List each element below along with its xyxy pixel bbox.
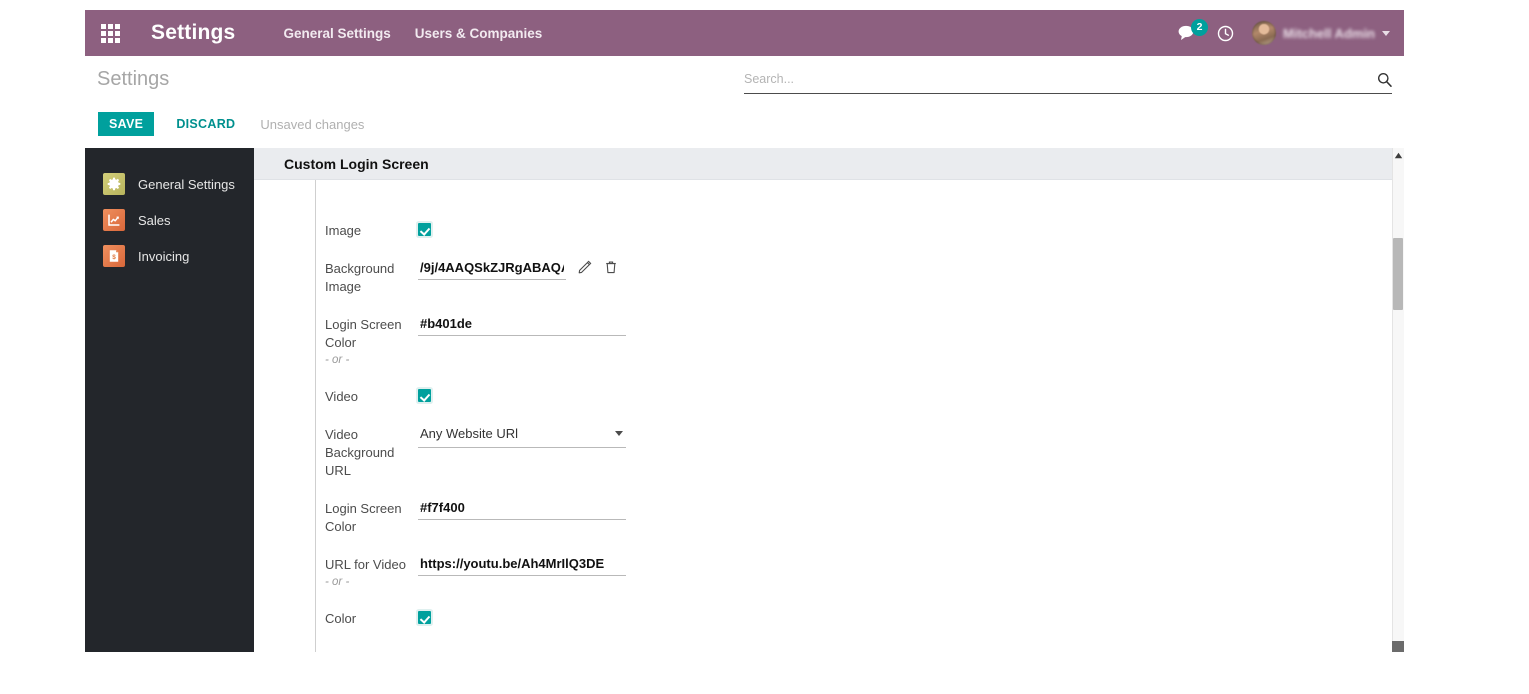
- activities-button[interactable]: [1217, 25, 1234, 42]
- chevron-down-icon: [615, 431, 623, 436]
- field-label: Login Screen Color - or -: [325, 314, 418, 368]
- url-for-video-input[interactable]: [418, 554, 626, 576]
- login-screen-color-input-2[interactable]: [418, 498, 626, 520]
- scroll-down-arrow[interactable]: [1392, 641, 1404, 652]
- field-login-screen-color-1: Login Screen Color - or -: [254, 314, 1404, 368]
- messages-badge: 2: [1191, 19, 1208, 36]
- messages-button[interactable]: 2: [1178, 25, 1199, 42]
- gear-icon: [103, 173, 125, 195]
- sidebar-item-invoicing[interactable]: $ Invoicing: [85, 238, 254, 274]
- vertical-scrollbar[interactable]: [1392, 148, 1404, 652]
- search-icon[interactable]: [1377, 72, 1392, 87]
- svg-text:$: $: [112, 254, 116, 261]
- save-button[interactable]: SAVE: [98, 112, 154, 136]
- chevron-down-icon: [1382, 31, 1390, 36]
- user-name-label: Mitchell Admin: [1283, 26, 1375, 41]
- field-background-image: Background Image: [254, 258, 1404, 296]
- sidebar-item-general-settings[interactable]: General Settings: [85, 166, 254, 202]
- scroll-thumb[interactable]: [1393, 238, 1403, 310]
- nav-item-users-companies[interactable]: Users & Companies: [415, 26, 543, 41]
- field-login-screen-color-2: Login Screen Color: [254, 498, 1404, 536]
- nav-item-general-settings[interactable]: General Settings: [283, 26, 390, 41]
- section-header: Custom Login Screen: [254, 148, 1404, 180]
- login-screen-color-input-1[interactable]: [418, 314, 626, 336]
- color-checkbox[interactable]: [418, 611, 431, 624]
- settings-form: Custom Login Screen Image Background Ima…: [254, 148, 1404, 652]
- sidebar-item-label: Invoicing: [138, 249, 189, 264]
- chart-icon: [103, 209, 125, 231]
- discard-button[interactable]: DISCARD: [164, 112, 247, 136]
- apps-grid-icon: [101, 24, 120, 43]
- field-image: Image: [254, 220, 1404, 240]
- navbar-right-tools: 2 Mitchell Admin: [1178, 21, 1390, 45]
- field-label: URL for Video - or -: [325, 554, 418, 590]
- field-sublabel: - or -: [325, 352, 418, 368]
- field-video-background-url: Video Background URL Any Website URl: [254, 424, 1404, 480]
- navbar-menu: General Settings Users & Companies: [283, 26, 542, 41]
- field-label-text: Login Screen Color: [325, 317, 402, 350]
- select-value: Any Website URl: [418, 424, 615, 443]
- field-label: Background Image: [325, 258, 418, 296]
- user-menu-button[interactable]: Mitchell Admin: [1252, 21, 1390, 45]
- field-label: Video: [325, 386, 418, 406]
- invoice-icon: $: [103, 245, 125, 267]
- field-label: Video Background URL: [325, 424, 418, 480]
- form-divider: [315, 180, 316, 652]
- field-url-for-video: URL for Video - or -: [254, 554, 1404, 590]
- scroll-up-arrow[interactable]: [1392, 149, 1404, 161]
- background-image-input[interactable]: [418, 258, 566, 280]
- sidebar-item-label: Sales: [138, 213, 171, 228]
- search-input[interactable]: [744, 72, 1377, 90]
- app-brand-title: Settings: [151, 21, 235, 45]
- field-color: Color: [254, 608, 1404, 628]
- field-sublabel: - or -: [325, 574, 418, 590]
- breadcrumb: Settings: [97, 68, 169, 91]
- field-label-text: URL for Video: [325, 557, 406, 572]
- field-label: Color: [325, 608, 418, 628]
- sidebar-item-label: General Settings: [138, 177, 235, 192]
- settings-sidebar: General Settings Sales $ Invoicing: [85, 148, 254, 652]
- field-video: Video: [254, 386, 1404, 406]
- section-title: Custom Login Screen: [284, 156, 429, 172]
- trash-icon[interactable]: [604, 258, 618, 274]
- clock-icon: [1217, 25, 1234, 42]
- video-background-url-select[interactable]: Any Website URl: [418, 424, 626, 448]
- top-navbar: Settings General Settings Users & Compan…: [85, 10, 1404, 56]
- action-bar: SAVE DISCARD Unsaved changes: [98, 112, 364, 136]
- search-bar: [744, 68, 1392, 94]
- apps-menu-button[interactable]: [93, 18, 127, 48]
- image-checkbox[interactable]: [418, 223, 431, 236]
- avatar: [1252, 21, 1276, 45]
- field-label: Login Screen Color: [325, 498, 418, 536]
- unsaved-changes-status: Unsaved changes: [260, 117, 364, 132]
- form-body: Image Background Image: [254, 180, 1404, 628]
- video-checkbox[interactable]: [418, 389, 431, 402]
- app-window: Settings General Settings Users & Compan…: [0, 0, 1529, 694]
- pencil-icon[interactable]: [578, 258, 592, 274]
- sidebar-item-sales[interactable]: Sales: [85, 202, 254, 238]
- field-label: Image: [325, 220, 418, 240]
